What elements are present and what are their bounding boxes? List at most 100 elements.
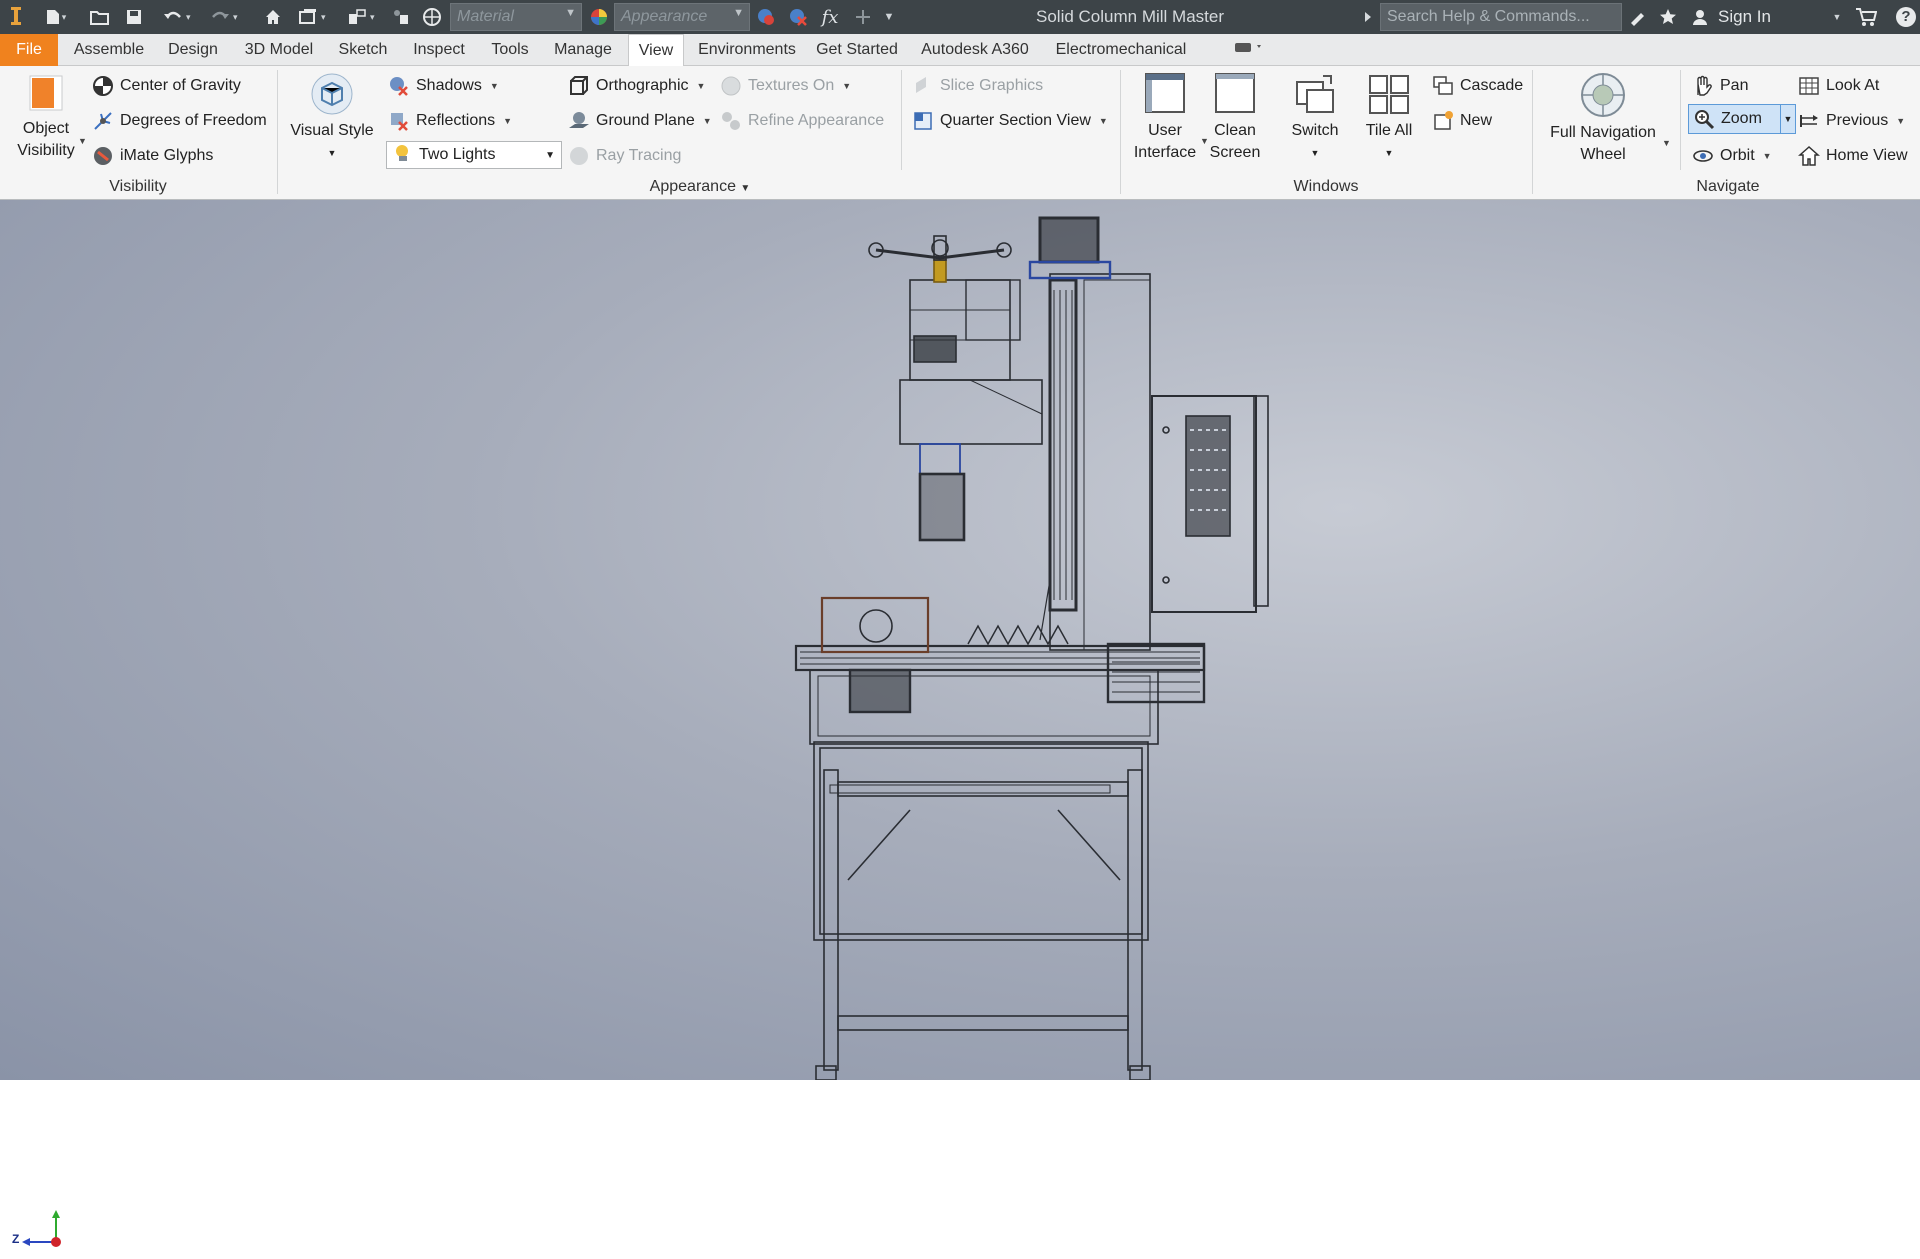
tab-sketch[interactable]: Sketch: [332, 34, 394, 66]
textures-on-button[interactable]: Textures On ▼: [720, 71, 851, 101]
user-interface-button[interactable]: User Interface: [1130, 72, 1200, 164]
user-icon[interactable]: [1688, 0, 1712, 34]
globe-icon[interactable]: [420, 0, 444, 34]
chevron-down-icon: ▼: [545, 149, 555, 161]
tab-environments[interactable]: Environments: [694, 34, 800, 66]
material-combo[interactable]: Material ▼: [450, 3, 582, 31]
fx-icon[interactable]: fx: [818, 0, 842, 34]
zoom-dropdown[interactable]: ▼: [1780, 104, 1796, 134]
look-at-icon: [1798, 75, 1820, 97]
tab-assemble[interactable]: Assemble: [66, 34, 152, 66]
degrees-of-freedom-icon: [92, 110, 114, 132]
window-title: Solid Column Mill Master: [1036, 7, 1224, 26]
appearance-combo[interactable]: Appearance ▼: [614, 3, 750, 31]
search-input[interactable]: Search Help & Commands...: [1380, 3, 1622, 31]
shadows-button[interactable]: Shadows ▼: [388, 71, 499, 101]
open-icon[interactable]: [88, 0, 112, 34]
undo-icon[interactable]: ▾: [154, 0, 200, 34]
ray-tracing-button[interactable]: Ray Tracing: [568, 141, 681, 171]
home-icon[interactable]: [262, 0, 284, 34]
imate-glyphs-button[interactable]: iMate Glyphs: [92, 141, 213, 171]
binoculars-icon[interactable]: [1626, 0, 1648, 34]
full-navigation-wheel-button[interactable]: Full Navigation Wheel: [1540, 72, 1666, 166]
update-icon[interactable]: ▾: [340, 0, 382, 34]
chevron-down-icon: ▼: [489, 81, 499, 91]
cascade-label: Cascade: [1460, 77, 1524, 94]
help-icon[interactable]: ?: [1892, 0, 1920, 34]
tab-inspect[interactable]: Inspect: [404, 34, 474, 66]
tab-electromechanical[interactable]: Electromechanical: [1046, 34, 1196, 66]
lighting-style-select[interactable]: Two Lights ▼: [386, 141, 562, 169]
ribbon-display-toggle[interactable]: [1228, 34, 1268, 66]
tab-get-started[interactable]: Get Started: [810, 34, 904, 66]
graphics-viewport[interactable]: Z: [0, 200, 1920, 1247]
orthographic-icon: [568, 75, 590, 97]
refine-appearance-button[interactable]: Refine Appearance: [720, 106, 884, 136]
switch-button[interactable]: Switch ▼: [1280, 72, 1350, 164]
chevron-down-icon: ▼: [696, 81, 706, 91]
tab-file[interactable]: File: [0, 34, 58, 66]
tab-view[interactable]: View: [628, 34, 684, 67]
look-at-button[interactable]: Look At: [1798, 71, 1879, 101]
center-of-gravity-icon: [92, 75, 114, 97]
cascade-button[interactable]: Cascade: [1432, 71, 1523, 101]
appearance-placeholder: Appearance: [621, 8, 708, 25]
redo-icon[interactable]: ▾: [204, 0, 244, 34]
center-of-gravity-button[interactable]: Center of Gravity: [92, 71, 241, 101]
light-bulb-icon: [393, 143, 415, 168]
visual-style-button[interactable]: Visual Style ▼: [288, 72, 376, 164]
plus-icon[interactable]: [852, 0, 874, 34]
ground-plane-label: Ground Plane: [596, 112, 695, 129]
orthographic-button[interactable]: Orthographic ▼: [568, 71, 705, 101]
help-label: ?: [1896, 7, 1916, 27]
clean-screen-button[interactable]: Clean Screen: [1202, 72, 1268, 164]
chevron-down-icon[interactable]: ▼: [1662, 138, 1671, 148]
appearance-panel-title: Appearance: [649, 178, 736, 195]
tile-all-button[interactable]: Tile All ▼: [1356, 72, 1422, 164]
appearance-ball-icon[interactable]: [588, 0, 610, 34]
navigation-wheel-icon: [1580, 72, 1626, 118]
sign-in-link[interactable]: Sign In: [1718, 0, 1771, 34]
chevron-down-icon: ▼: [565, 7, 576, 19]
ray-tracing-icon: [568, 145, 590, 167]
zoom-button[interactable]: Zoom: [1688, 104, 1790, 134]
quarter-section-view-button[interactable]: Quarter Section View ▼: [912, 106, 1108, 136]
zoom-label: Zoom: [1721, 110, 1762, 127]
section-view-icon: [912, 110, 934, 132]
object-visibility-button[interactable]: Object Visibility: [8, 72, 84, 162]
reflections-button[interactable]: Reflections ▼: [388, 106, 512, 136]
save-icon[interactable]: [122, 0, 146, 34]
chevron-right-icon[interactable]: [1362, 0, 1374, 34]
tab-manage[interactable]: Manage: [548, 34, 618, 66]
material-placeholder: Material: [457, 8, 514, 25]
new-file-icon[interactable]: ▾: [38, 0, 72, 34]
home-view-button[interactable]: Home View: [1798, 141, 1908, 171]
chevron-down-icon[interactable]: ▼: [78, 136, 87, 146]
degrees-of-freedom-button[interactable]: Degrees of Freedom: [92, 106, 267, 136]
orbit-button[interactable]: Orbit ▼: [1692, 141, 1772, 171]
previous-view-button[interactable]: Previous ▼: [1798, 106, 1905, 136]
clean-screen-label-1: Clean: [1214, 122, 1256, 139]
cart-icon[interactable]: [1852, 0, 1880, 34]
panel-separator: [901, 70, 902, 170]
tab-3d-model[interactable]: 3D Model: [236, 34, 322, 66]
adjust-appearance-icon[interactable]: [754, 0, 778, 34]
pan-button[interactable]: Pan: [1692, 71, 1748, 101]
user-interface-icon: [1144, 72, 1186, 116]
new-window-icon: [1432, 110, 1454, 132]
tab-autodesk-a360[interactable]: Autodesk A360: [914, 34, 1036, 66]
chevron-down-icon[interactable]: ▼: [1830, 0, 1844, 34]
shadows-label: Shadows: [416, 77, 482, 94]
appearance-panel-label[interactable]: Appearance ▼: [280, 178, 1120, 196]
clear-appearance-icon[interactable]: [786, 0, 810, 34]
inventor-logo[interactable]: [4, 0, 28, 34]
new-window-button[interactable]: New: [1432, 106, 1492, 136]
star-icon[interactable]: [1656, 0, 1680, 34]
project-icon[interactable]: ▾: [292, 0, 332, 34]
slice-graphics-button[interactable]: Slice Graphics: [912, 71, 1043, 101]
ground-plane-button[interactable]: Ground Plane ▼: [568, 106, 712, 136]
tab-tools[interactable]: Tools: [482, 34, 538, 66]
customize-qat-icon[interactable]: ▼: [880, 0, 898, 34]
select-icon[interactable]: [388, 0, 414, 34]
tab-design[interactable]: Design: [160, 34, 226, 66]
